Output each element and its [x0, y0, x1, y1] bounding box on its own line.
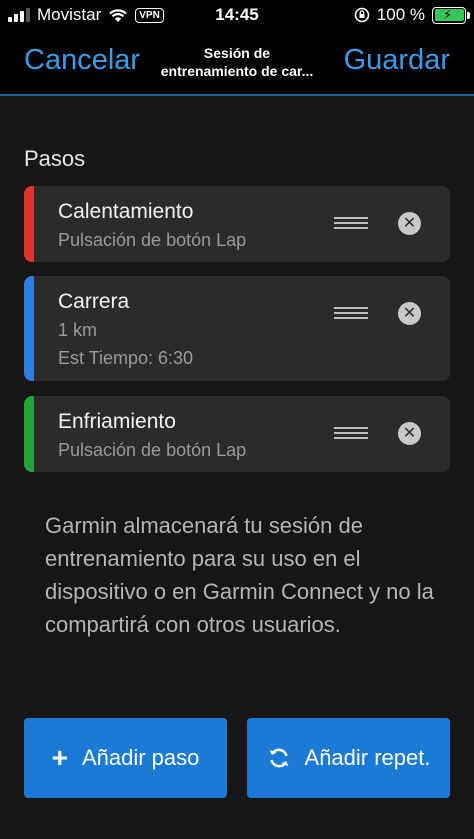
vpn-badge: VPN — [135, 7, 164, 23]
step-detail: 1 km — [58, 320, 98, 340]
remove-step-icon[interactable]: ✕ — [398, 212, 421, 235]
add-repeat-button[interactable]: Añadir repet. — [247, 718, 450, 798]
plus-icon: + — [51, 742, 68, 773]
add-repeat-label: Añadir repet. — [304, 745, 431, 770]
privacy-info-text: Garmin almacenará tu sesión de entrenami… — [45, 513, 434, 637]
repeat-icon — [269, 748, 289, 768]
carrier-name: Movistar — [37, 5, 102, 24]
step-color-bar — [24, 276, 34, 381]
save-button[interactable]: Guardar — [344, 44, 450, 77]
drag-handle-icon[interactable] — [334, 217, 368, 229]
step-color-bar — [24, 186, 34, 262]
step-name: Calentamiento — [58, 200, 194, 223]
battery-charging-icon: ⚡ — [432, 6, 470, 24]
step-estimated-time: Est Tiempo: 6:30 — [58, 348, 194, 368]
cancel-button[interactable]: Cancelar — [24, 44, 140, 77]
add-step-button[interactable]: + Añadir paso — [24, 718, 227, 798]
steps-section-title: Pasos — [24, 146, 86, 171]
status-bar: Movistar VPN 14:45 100 % ⚡ — [0, 0, 474, 30]
status-bar-right: 100 % ⚡ — [354, 5, 470, 25]
page-title-line2: entrenamiento de car... — [160, 63, 314, 79]
drag-handle-icon[interactable] — [334, 427, 368, 439]
drag-handle-icon[interactable] — [334, 307, 368, 319]
page-title-line1: Sesión de — [203, 45, 271, 61]
page-title: Sesión de entrenamiento de car... — [148, 44, 326, 80]
step-card-cooldown[interactable]: Enfriamiento Pulsación de botón Lap ✕ — [24, 396, 450, 472]
remove-step-icon[interactable]: ✕ — [398, 302, 421, 325]
remove-step-icon[interactable]: ✕ — [398, 422, 421, 445]
battery-percent: 100 % — [376, 5, 425, 24]
step-detail: Pulsación de botón Lap — [58, 230, 247, 250]
wifi-icon — [109, 8, 127, 22]
step-name: Carrera — [58, 290, 130, 313]
step-card-run[interactable]: Carrera 1 km Est Tiempo: 6:30 ✕ — [24, 276, 450, 381]
navigation-bar: Cancelar Sesión de entrenamiento de car.… — [0, 30, 474, 96]
step-name: Enfriamiento — [58, 410, 176, 433]
step-card-warmup[interactable]: Calentamiento Pulsación de botón Lap ✕ — [24, 186, 450, 262]
signal-icon — [8, 8, 30, 22]
add-step-label: Añadir paso — [81, 745, 200, 770]
step-color-bar — [24, 396, 34, 472]
orientation-lock-icon — [354, 7, 370, 23]
status-bar-left: Movistar VPN — [8, 5, 164, 25]
step-detail: Pulsación de botón Lap — [58, 440, 247, 460]
